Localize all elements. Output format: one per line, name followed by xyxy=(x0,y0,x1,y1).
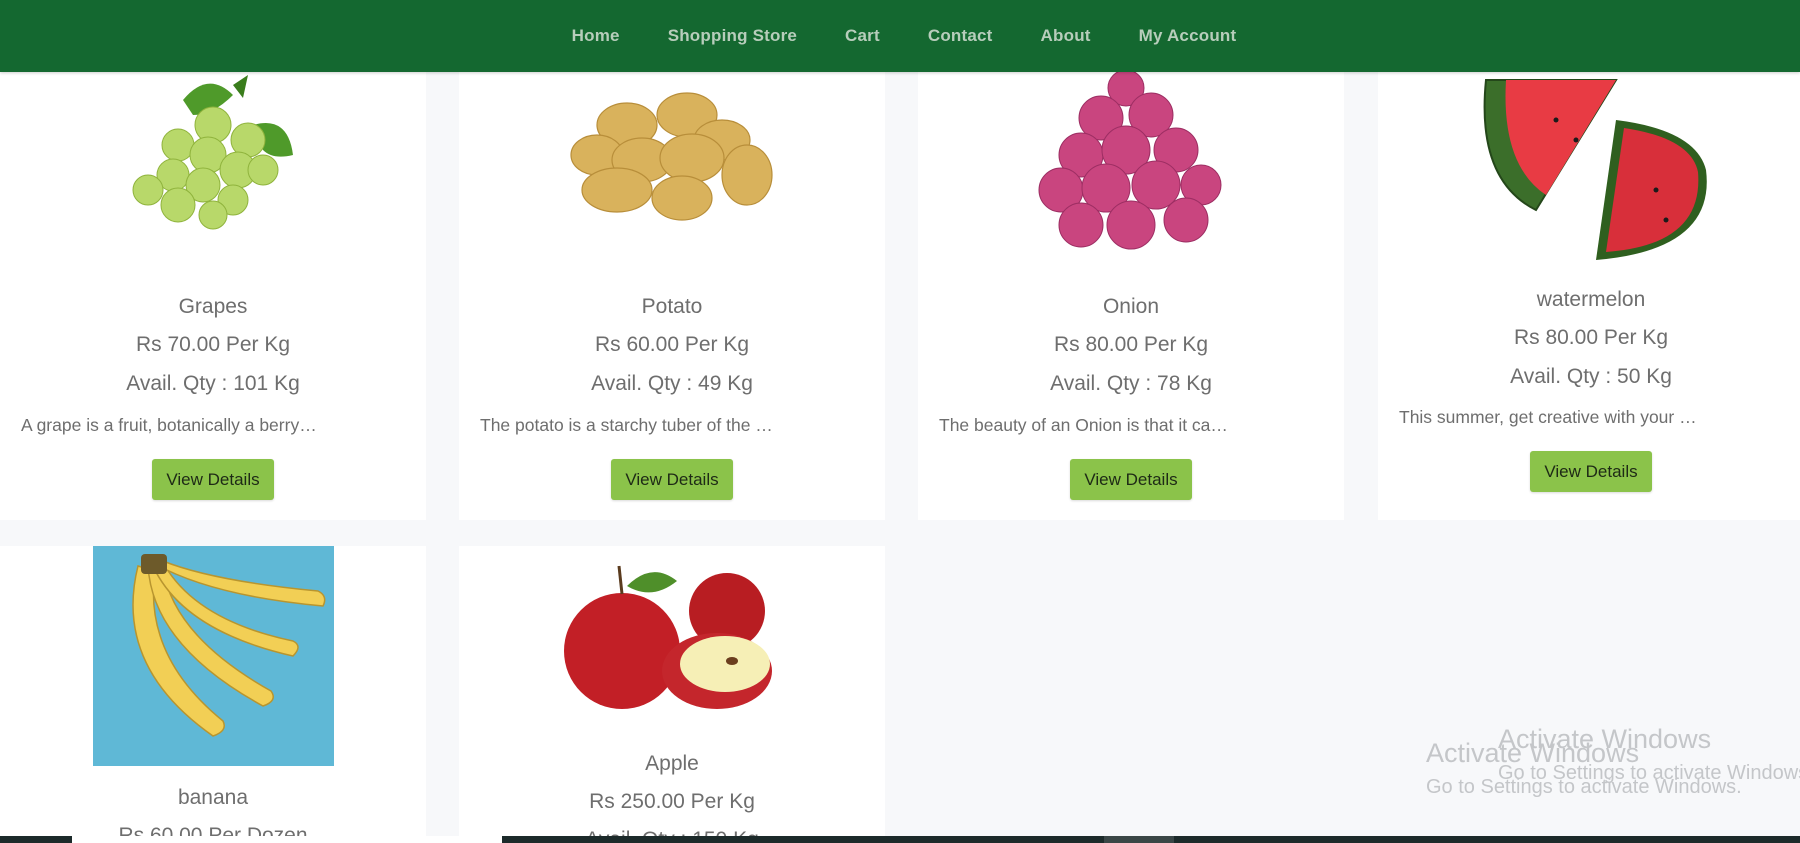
top-navbar: Home Shopping Store Cart Contact About M… xyxy=(0,0,1800,72)
watermelon-image xyxy=(1378,60,1800,270)
potato-image xyxy=(459,80,885,240)
product-description: A grape is a fruit, botanically a berry… xyxy=(21,415,317,435)
activate-windows-title: Activate Windows xyxy=(1426,738,1640,768)
product-name: Potato xyxy=(641,295,703,318)
product-card-onion: Onion Rs 80.00 Per Kg Avail. Qty : 78 Kg… xyxy=(918,60,1344,520)
product-quantity: Avail. Qty : 49 Kg xyxy=(591,372,753,395)
product-card-banana: banana Rs 60.00 Per Dozen xyxy=(0,546,426,843)
nav-contact-link[interactable]: Contact xyxy=(928,26,993,46)
nav-cart-link[interactable]: Cart xyxy=(845,26,880,46)
product-name: Grapes xyxy=(178,295,248,318)
view-details-button[interactable]: View Details xyxy=(152,459,274,500)
product-card-watermelon: watermelon Rs 80.00 Per Kg Avail. Qty : … xyxy=(1378,60,1800,520)
nav-about-link[interactable]: About xyxy=(1041,26,1091,46)
product-name: Apple xyxy=(645,752,699,775)
onion-image xyxy=(918,70,1344,250)
taskbar-segment xyxy=(1104,836,1174,843)
product-name: Onion xyxy=(1102,295,1160,318)
product-description: The beauty of an Onion is that it ca… xyxy=(939,415,1228,435)
nav-links: Home Shopping Store Cart Contact About M… xyxy=(564,26,1237,46)
product-price: Rs 80.00 Per Kg xyxy=(1053,333,1209,356)
product-description: This summer, get creative with your … xyxy=(1399,407,1697,427)
view-details-button[interactable]: View Details xyxy=(1070,459,1192,500)
activate-windows-subtitle: Go to Settings to activate Windows. xyxy=(1426,776,1742,798)
product-quantity: Avail. Qty : 78 Kg xyxy=(1050,372,1212,395)
view-details-button[interactable]: View Details xyxy=(611,459,733,500)
product-quantity: Avail. Qty : 101 Kg xyxy=(126,372,300,395)
product-card-grapes: Grapes Rs 70.00 Per Kg Avail. Qty : 101 … xyxy=(0,60,426,520)
product-card-apple: Apple Rs 250.00 Per Kg Avail. Qty : 150 … xyxy=(459,546,885,843)
scrollbar-thumb[interactable] xyxy=(72,836,502,843)
apple-image xyxy=(459,556,885,726)
product-name: banana xyxy=(177,786,249,809)
horizontal-scrollbar[interactable] xyxy=(0,836,1800,843)
product-quantity: Avail. Qty : 50 Kg xyxy=(1510,365,1672,388)
grapes-image xyxy=(0,70,426,240)
nav-shopping-store-link[interactable]: Shopping Store xyxy=(668,26,797,46)
banana-image xyxy=(0,546,426,766)
view-details-button[interactable]: View Details xyxy=(1530,451,1652,492)
product-price: Rs 250.00 Per Kg xyxy=(589,790,755,813)
nav-home-link[interactable]: Home xyxy=(572,26,620,46)
product-name: watermelon xyxy=(1536,288,1646,311)
product-price: Rs 80.00 Per Kg xyxy=(1513,326,1669,349)
product-card-potato: Potato Rs 60.00 Per Kg Avail. Qty : 49 K… xyxy=(459,60,885,520)
product-price: Rs 70.00 Per Kg xyxy=(135,333,291,356)
product-price: Rs 60.00 Per Kg xyxy=(594,333,750,356)
nav-my-account-link[interactable]: My Account xyxy=(1139,26,1237,46)
product-description: The potato is a starchy tuber of the … xyxy=(480,415,773,435)
